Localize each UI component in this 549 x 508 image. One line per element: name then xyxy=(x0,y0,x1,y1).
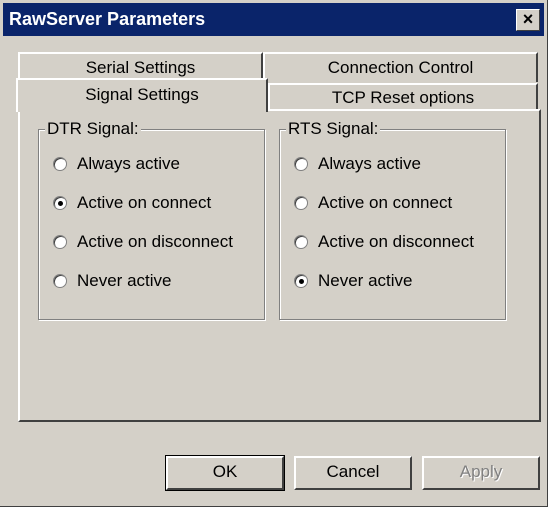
radio-button-icon[interactable] xyxy=(294,235,308,249)
rts-active-on-connect-radio[interactable]: Active on connect xyxy=(294,192,452,214)
close-icon: × xyxy=(522,9,534,29)
rts-always-active-label: Always active xyxy=(318,154,421,173)
radio-button-icon[interactable] xyxy=(294,157,308,171)
dtr-active-on-connect-radio[interactable]: Active on connect xyxy=(53,192,211,214)
title-bar[interactable]: RawServer Parameters × xyxy=(3,3,544,36)
rts-always-active-radio[interactable]: Always active xyxy=(294,153,421,175)
radio-button-icon[interactable] xyxy=(53,274,67,288)
dtr-always-active-radio[interactable]: Always active xyxy=(53,153,180,175)
dtr-signal-label: DTR Signal: xyxy=(45,119,141,139)
signal-settings-panel: DTR Signal: Always active Active on conn… xyxy=(18,109,541,422)
tab-signal-settings[interactable]: Signal Settings xyxy=(16,78,268,112)
cancel-button[interactable]: Cancel xyxy=(294,456,412,490)
radio-button-checked-icon[interactable] xyxy=(294,274,308,288)
dtr-signal-group: DTR Signal: Always active Active on conn… xyxy=(38,119,265,320)
apply-button[interactable]: Apply xyxy=(422,456,540,490)
ok-button[interactable]: OK xyxy=(165,455,285,491)
close-button[interactable]: × xyxy=(516,9,540,31)
dtr-always-active-label: Always active xyxy=(77,154,180,173)
radio-button-icon[interactable] xyxy=(53,157,67,171)
tab-tcp-reset-options[interactable]: TCP Reset options xyxy=(268,83,538,110)
radio-button-icon[interactable] xyxy=(53,235,67,249)
dialog-window: RawServer Parameters × Serial Settings C… xyxy=(0,0,548,507)
dtr-active-on-disconnect-label: Active on disconnect xyxy=(77,232,233,251)
dtr-never-active-radio[interactable]: Never active xyxy=(53,270,171,292)
rts-never-active-radio[interactable]: Never active xyxy=(294,270,412,292)
rts-active-on-disconnect-radio[interactable]: Active on disconnect xyxy=(294,231,474,253)
rts-never-active-label: Never active xyxy=(318,271,413,290)
rts-signal-label: RTS Signal: xyxy=(286,119,381,139)
rts-signal-group: RTS Signal: Always active Active on conn… xyxy=(279,119,506,320)
rts-active-on-connect-label: Active on connect xyxy=(318,193,453,212)
dtr-never-active-label: Never active xyxy=(77,271,172,290)
rts-active-on-disconnect-label: Active on disconnect xyxy=(318,232,474,251)
dtr-active-on-connect-label: Active on connect xyxy=(77,193,212,212)
tab-connection-control[interactable]: Connection Control xyxy=(263,52,538,82)
radio-button-icon[interactable] xyxy=(294,196,308,210)
radio-button-checked-icon[interactable] xyxy=(53,196,67,210)
window-title: RawServer Parameters xyxy=(9,9,206,29)
dtr-active-on-disconnect-radio[interactable]: Active on disconnect xyxy=(53,231,233,253)
